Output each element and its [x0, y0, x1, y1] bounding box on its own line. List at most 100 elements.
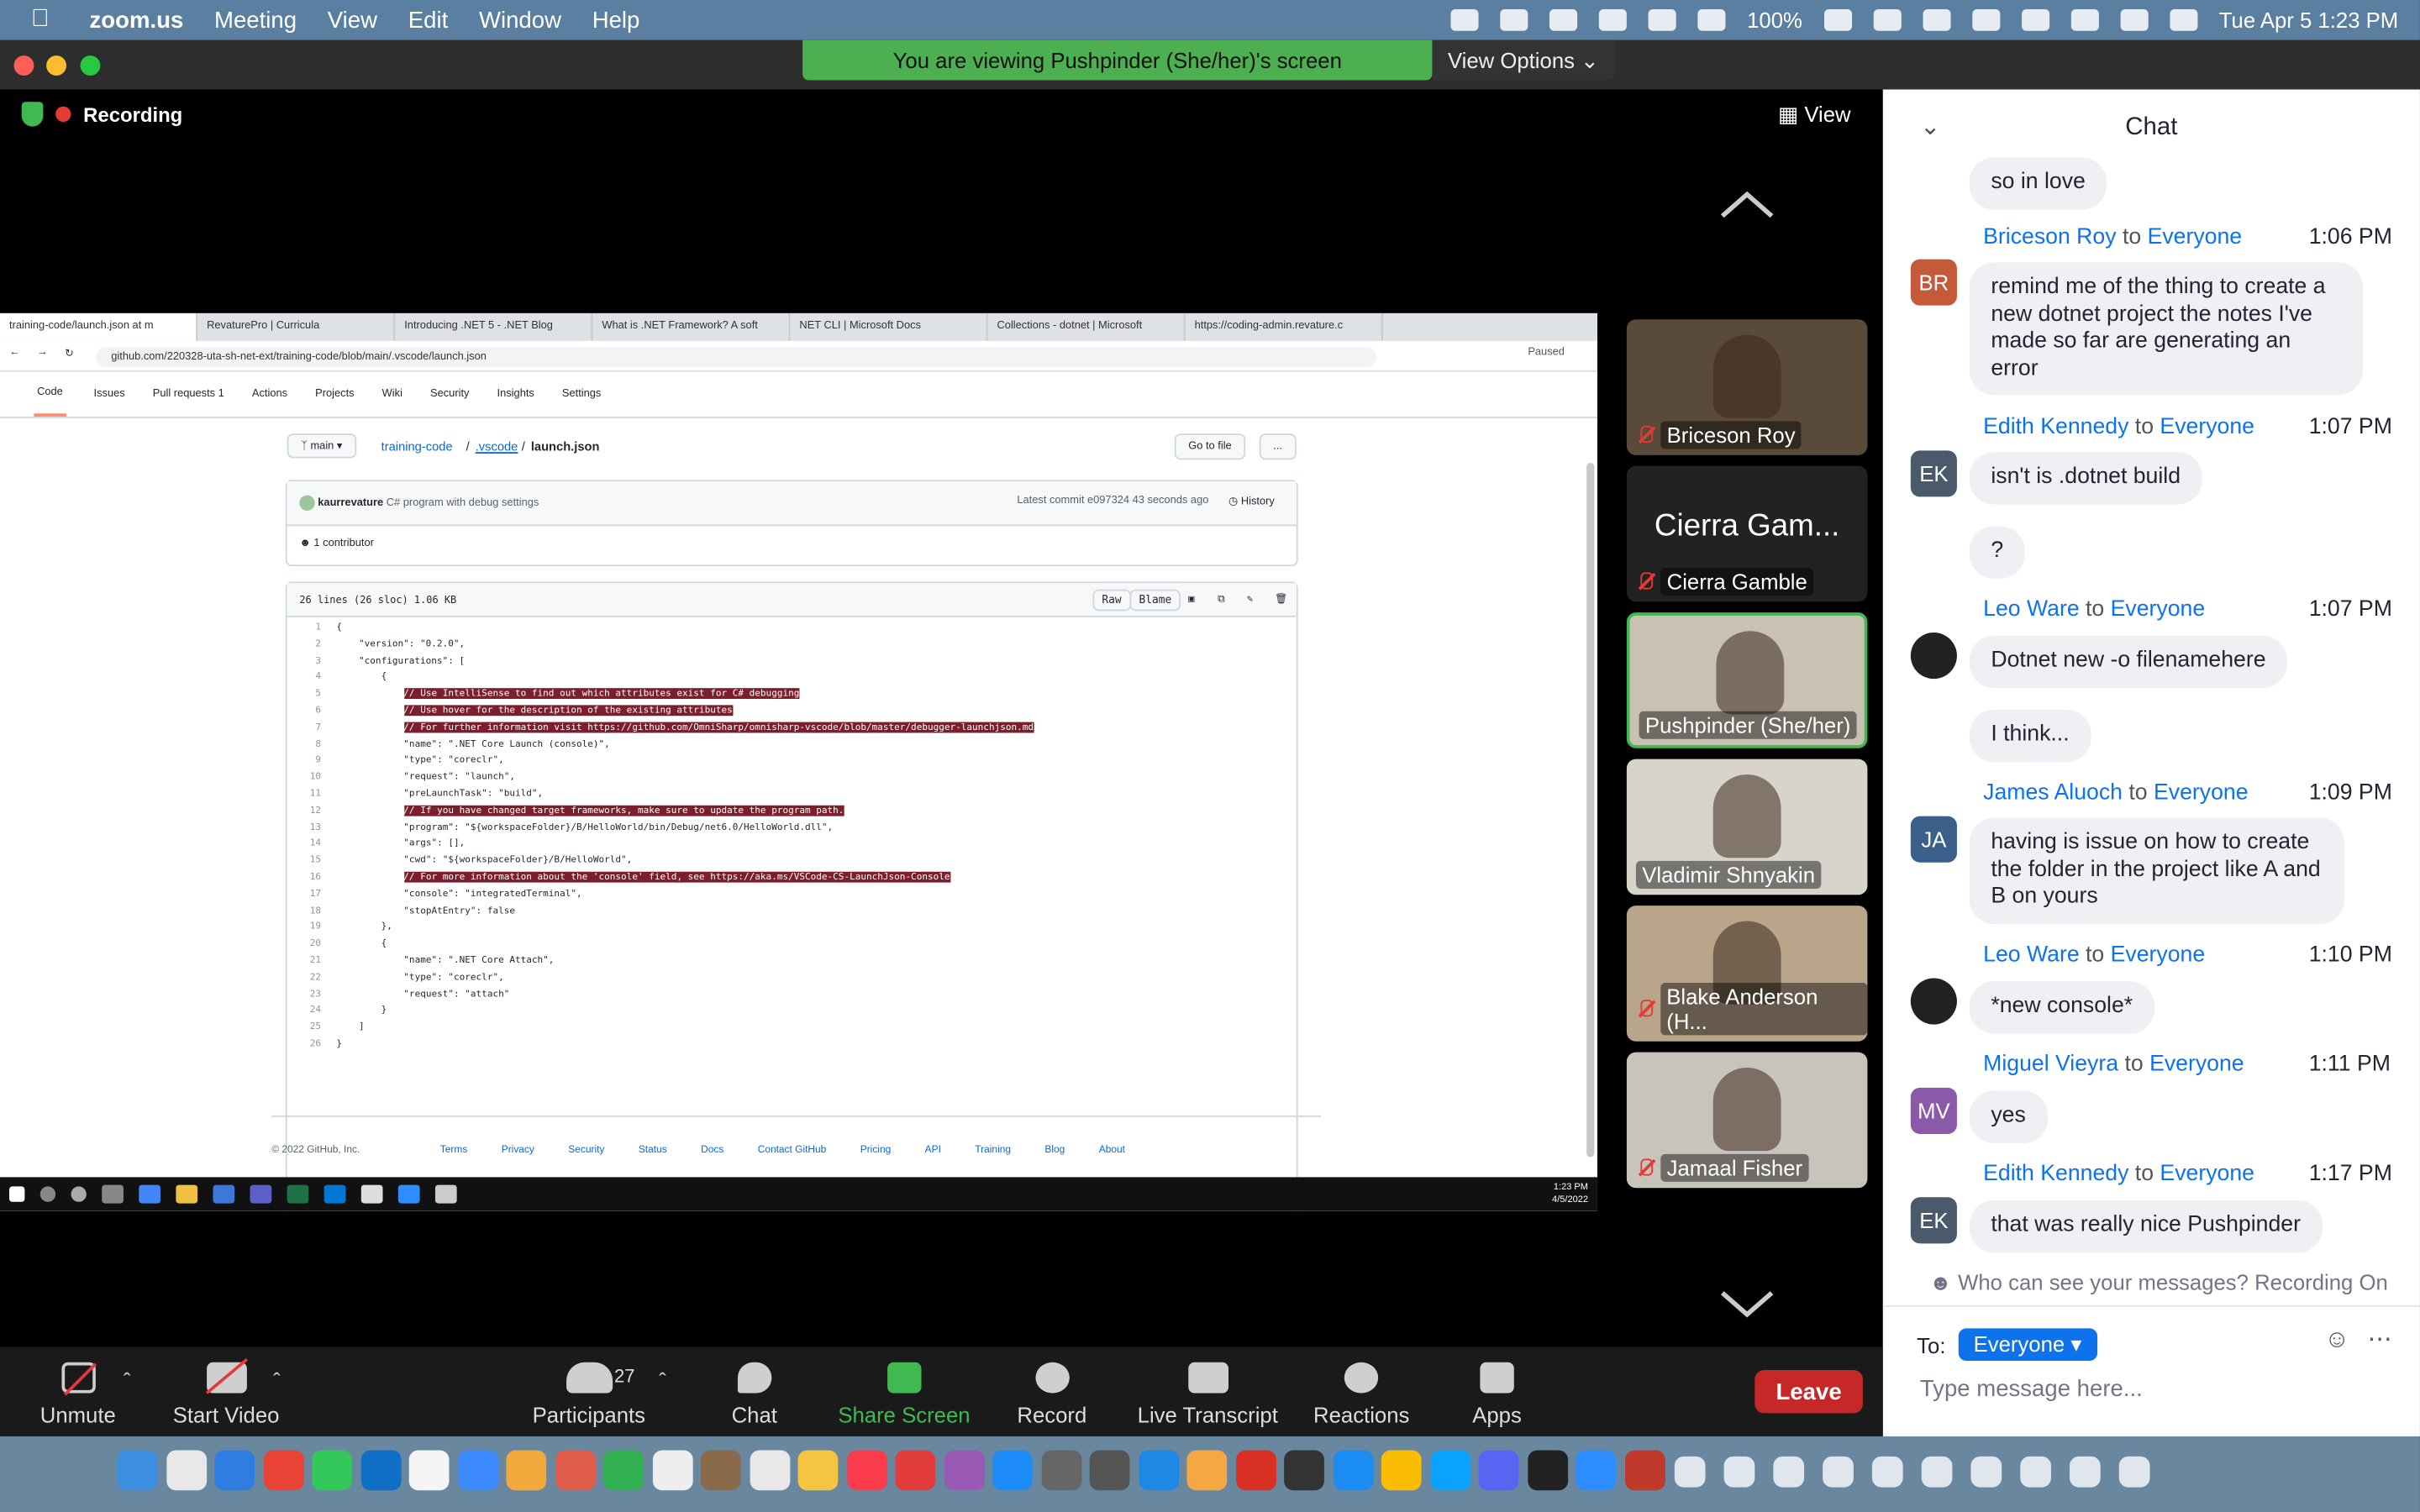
- history-link[interactable]: ◷ History: [1228, 496, 1275, 507]
- line-number[interactable]: 18: [287, 905, 321, 916]
- zoom-status-icon[interactable]: [1450, 9, 1479, 31]
- emoji-icon[interactable]: ☺: [2324, 1327, 2349, 1355]
- excel-icon[interactable]: [287, 1184, 309, 1204]
- sender-name[interactable]: Edith Kennedy: [1983, 415, 2128, 439]
- back-arrow-icon[interactable]: ←: [9, 347, 20, 358]
- line-number[interactable]: 26: [287, 1038, 321, 1049]
- teacher-icon[interactable]: [1332, 1450, 1373, 1491]
- chat-button[interactable]: Chat: [732, 1362, 777, 1427]
- dock-folder-icon[interactable]: [1871, 1456, 1903, 1488]
- line-number[interactable]: 14: [287, 838, 321, 849]
- red-app-icon[interactable]: [1235, 1450, 1276, 1491]
- live-transcript-button[interactable]: Live Transcript: [1138, 1362, 1278, 1427]
- windows-clock[interactable]: 1:23 PM 4/5/2022: [1552, 1182, 1588, 1206]
- browser-tab[interactable]: https://coding-admin.revature.c: [1186, 312, 1383, 341]
- keyboard-icon[interactable]: [1873, 9, 1902, 31]
- chat-sender-line[interactable]: James Aluoch to Everyone: [1983, 780, 2248, 805]
- google-drive-icon[interactable]: [1381, 1450, 1422, 1491]
- url-input[interactable]: github.com/220328-uta-sh-net-ext/trainin…: [95, 347, 1377, 368]
- bluetooth-icon[interactable]: [1697, 9, 1726, 31]
- unmute-button[interactable]: Unmute: [40, 1362, 116, 1427]
- dock-folder-icon[interactable]: [1723, 1456, 1755, 1488]
- footer-link[interactable]: Status: [639, 1145, 667, 1156]
- line-number[interactable]: 10: [287, 772, 321, 783]
- participants-options-chevron-icon[interactable]: ˆ: [659, 1368, 666, 1393]
- chat-message-bubble[interactable]: *new console*: [1969, 981, 2154, 1033]
- footer-link[interactable]: Pricing: [860, 1145, 892, 1156]
- task-view-icon[interactable]: [102, 1184, 124, 1204]
- footer-link[interactable]: Training: [975, 1145, 1011, 1156]
- line-number[interactable]: 9: [287, 755, 321, 766]
- who-can-see-link[interactable]: ☻ Who can see your messages? Recording O…: [1929, 1270, 2388, 1294]
- avatar[interactable]: [1910, 978, 1957, 1025]
- discord-icon[interactable]: [1429, 1450, 1470, 1491]
- footer-link[interactable]: Security: [568, 1145, 604, 1156]
- menubar-clock[interactable]: Tue Apr 5 1:23 PM: [2219, 8, 2398, 32]
- leave-button[interactable]: Leave: [1754, 1369, 1863, 1414]
- dock-folder-icon[interactable]: [1773, 1456, 1805, 1488]
- edit-icon[interactable]: ✎: [1247, 592, 1253, 605]
- recipient-name[interactable]: Everyone: [2111, 597, 2206, 622]
- chat-message-bubble[interactable]: having is issue on how to create the fol…: [1969, 817, 2344, 924]
- chat-sender-line[interactable]: Edith Kennedy to Everyone: [1983, 415, 2254, 439]
- footer-link[interactable]: Blog: [1044, 1145, 1065, 1156]
- repo-tab-actions[interactable]: Actions: [252, 389, 287, 400]
- play-icon[interactable]: [1598, 9, 1627, 31]
- chat-message-bubble[interactable]: ?: [1969, 526, 2025, 578]
- sender-name[interactable]: Miguel Vieyra: [1983, 1053, 2118, 1077]
- avatar[interactable]: JA: [1910, 816, 1957, 863]
- repo-tab-projects[interactable]: Projects: [315, 389, 354, 400]
- chat-message-bubble[interactable]: so in love: [1969, 157, 2107, 209]
- dictionary-icon[interactable]: [1576, 1450, 1617, 1491]
- view-options-button[interactable]: View Options ⌄: [1432, 39, 1615, 81]
- browser-tab[interactable]: training-code/launch.json at m: [0, 312, 198, 341]
- avatar[interactable]: EK: [1910, 1197, 1957, 1244]
- dock-folder-icon[interactable]: [2118, 1456, 2150, 1488]
- teams-icon[interactable]: [250, 1184, 272, 1204]
- safari-icon[interactable]: [214, 1450, 255, 1491]
- line-number[interactable]: 6: [287, 705, 321, 716]
- drive-icon[interactable]: [1500, 9, 1528, 31]
- chat-sender-line[interactable]: Leo Ware to Everyone: [1983, 597, 2205, 622]
- browser-tab[interactable]: NET CLI | Microsoft Docs: [790, 312, 988, 341]
- recipient-name[interactable]: Everyone: [2160, 415, 2254, 439]
- go-to-file-button[interactable]: Go to file: [1174, 433, 1246, 460]
- chat-message-bubble[interactable]: isn't is .dotnet build: [1969, 452, 2202, 504]
- close-window-icon[interactable]: [13, 55, 34, 76]
- contacts-icon[interactable]: [700, 1450, 741, 1491]
- notes-icon[interactable]: [797, 1450, 839, 1491]
- sender-name[interactable]: Leo Ware: [1983, 597, 2079, 622]
- recipient-name[interactable]: Everyone: [2154, 780, 2249, 805]
- browser-tab[interactable]: Introducing .NET 5 - .NET Blog: [395, 312, 593, 341]
- crumb-repo-link[interactable]: training-code: [381, 439, 453, 454]
- podcast-icon[interactable]: [944, 1450, 984, 1491]
- more-options-icon[interactable]: ⋯: [2367, 1324, 2391, 1355]
- branch-select[interactable]: ᛉ main ▾: [287, 433, 356, 459]
- line-number[interactable]: 22: [287, 972, 321, 983]
- chat-sender-line[interactable]: Edith Kennedy to Everyone: [1983, 1162, 2254, 1186]
- windows-start-icon[interactable]: [9, 1186, 25, 1202]
- avatar[interactable]: [1910, 633, 1957, 680]
- music-icon[interactable]: [846, 1450, 887, 1491]
- chrome-icon[interactable]: [263, 1450, 303, 1491]
- zoom-taskbar-icon[interactable]: [397, 1184, 420, 1204]
- chat-message-bubble[interactable]: that was really nice Pushpinder: [1969, 1200, 2323, 1252]
- sender-name[interactable]: James Aluoch: [1983, 780, 2123, 805]
- moon-icon[interactable]: [1648, 9, 1676, 31]
- repo-tab-code[interactable]: Code: [34, 372, 66, 417]
- chat-message-bubble[interactable]: Dotnet new -o filenamehere: [1969, 635, 2288, 688]
- taskbar-search-icon[interactable]: [39, 1186, 56, 1202]
- line-number[interactable]: 4: [287, 672, 321, 683]
- menu-edit[interactable]: Edit: [408, 7, 448, 33]
- sender-name[interactable]: Edith Kennedy: [1983, 1162, 2128, 1186]
- repo-tab-issues[interactable]: Issues: [94, 389, 125, 400]
- menu-window[interactable]: Window: [479, 7, 561, 33]
- participant-tile[interactable]: Briceson Roy: [1626, 319, 1868, 455]
- message-input[interactable]: Type message here...: [1920, 1376, 2143, 1402]
- repo-tab-insights[interactable]: Insights: [497, 389, 534, 400]
- dock-folder-icon[interactable]: [1970, 1456, 2002, 1488]
- browser-tab[interactable]: What is .NET Framework? A soft: [592, 312, 791, 341]
- app-store-icon[interactable]: [992, 1450, 1033, 1491]
- memory-icon[interactable]: [1971, 9, 2000, 31]
- finder-icon[interactable]: [117, 1450, 158, 1491]
